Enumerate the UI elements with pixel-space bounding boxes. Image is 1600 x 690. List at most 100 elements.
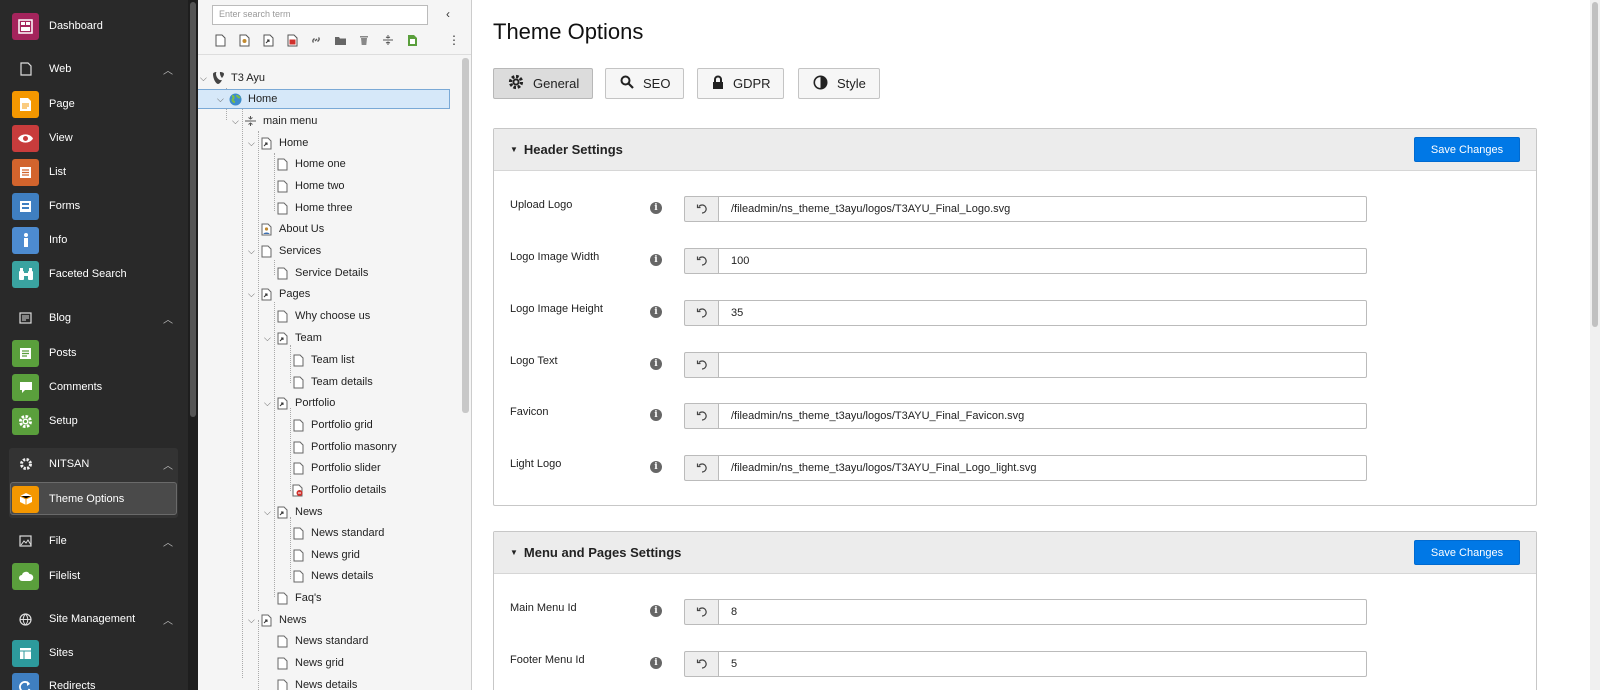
group-nitsan[interactable]: NITSAN ︿ [12, 451, 177, 477]
module-posts[interactable]: Posts [12, 338, 177, 368]
tree-node[interactable]: ⌵ News [264, 502, 323, 522]
new-backend-user-section-icon[interactable] [236, 32, 252, 48]
tree-node[interactable]: ⌵ Portfolio [264, 393, 335, 413]
module-page[interactable]: Page [12, 89, 177, 119]
info-icon[interactable]: i [650, 306, 662, 318]
save-changes-button[interactable]: Save Changes [1414, 137, 1520, 162]
chevron-down-icon[interactable]: ⌵ [248, 246, 258, 257]
tree-node[interactable]: Home three [274, 198, 352, 218]
chevron-down-icon[interactable]: ⌵ [264, 333, 274, 344]
reset-icon[interactable] [684, 248, 719, 274]
tree-node[interactable]: News standard [290, 523, 384, 543]
module-menu-scrollbar[interactable] [188, 0, 198, 690]
module-setup[interactable]: Setup [12, 406, 177, 436]
reset-icon[interactable] [684, 352, 719, 378]
chevron-down-icon[interactable]: ⌵ [264, 507, 274, 518]
logo-text-input[interactable] [718, 352, 1367, 378]
tree-root[interactable]: ⌵ T3 Ayu [200, 68, 265, 88]
footer-menu-id-input[interactable]: 5 [718, 651, 1367, 677]
tree-node[interactable]: ⌵ main menu [232, 111, 317, 131]
info-icon[interactable]: i [650, 202, 662, 214]
content-scrollbar[interactable] [1590, 0, 1600, 690]
tree-node[interactable]: News details [274, 675, 357, 690]
collapse-tree-icon[interactable]: ‹ [446, 7, 450, 21]
info-icon[interactable]: i [650, 605, 662, 617]
tree-node[interactable]: News grid [274, 653, 344, 673]
tree-node[interactable]: ⌵ Home [248, 133, 308, 153]
tree-node[interactable]: About Us [258, 219, 324, 239]
upload-logo-input[interactable]: /fileadmin/ns_theme_t3ayu/logos/T3AYU_Fi… [718, 196, 1367, 222]
module-filelist[interactable]: Filelist [12, 561, 177, 591]
reset-icon[interactable] [684, 599, 719, 625]
new-page-icon[interactable] [212, 32, 228, 48]
tree-node[interactable]: ⌵ Team [264, 328, 322, 348]
tree-node[interactable]: Portfolio masonry [290, 437, 397, 457]
tree-node[interactable]: News details [290, 566, 373, 586]
tree-node[interactable]: Home one [274, 154, 346, 174]
group-web[interactable]: Web ︿ [12, 56, 177, 82]
reset-icon[interactable] [684, 196, 719, 222]
module-sites[interactable]: Sites [12, 638, 177, 668]
panel-header[interactable]: ▼ Header Settings Save Changes [494, 129, 1536, 171]
chevron-down-icon[interactable]: ⌵ [248, 615, 258, 626]
chevron-down-icon[interactable]: ⌵ [232, 116, 242, 127]
tree-node[interactable]: Portfolio slider [290, 458, 381, 478]
tree-node[interactable]: Faq's [274, 588, 322, 608]
tab-gdpr[interactable]: GDPR [697, 68, 784, 99]
tree-node[interactable]: Service Details [274, 263, 368, 283]
tree-scrollbar[interactable] [462, 58, 469, 413]
chevron-down-icon[interactable]: ⌵ [200, 73, 210, 84]
info-icon[interactable]: i [650, 461, 662, 473]
main-menu-id-input[interactable]: 8 [718, 599, 1367, 625]
module-dashboard[interactable]: Dashboard [12, 11, 177, 41]
tree-node[interactable]: ⌵ News [248, 610, 307, 630]
tree-node[interactable]: Team list [290, 350, 354, 370]
chevron-down-icon[interactable]: ⌵ [264, 398, 274, 409]
tree-node[interactable]: ⌵ Pages [248, 284, 310, 304]
panel-header[interactable]: ▼ Menu and Pages Settings Save Changes [494, 532, 1536, 574]
reset-icon[interactable] [684, 651, 719, 677]
module-list[interactable]: List [12, 157, 177, 187]
module-menu-scroll-thumb[interactable] [190, 2, 196, 417]
tree-node[interactable]: Why choose us [274, 306, 370, 326]
chevron-down-icon[interactable]: ⌵ [217, 94, 227, 105]
more-options-icon[interactable]: ⋮ [448, 33, 460, 47]
logo-image-width-input[interactable]: 100 [718, 248, 1367, 274]
new-shortcut-icon[interactable] [260, 32, 276, 48]
module-view[interactable]: View [12, 123, 177, 153]
module-theme-options[interactable]: Theme Options [12, 484, 177, 514]
chevron-down-icon[interactable]: ⌵ [248, 289, 258, 300]
tab-general[interactable]: General [493, 68, 593, 99]
group-site-management[interactable]: Site Management ︿ [12, 606, 177, 632]
tree-node[interactable]: Portfolio details [290, 480, 386, 500]
new-green-page-icon[interactable] [404, 32, 420, 48]
folder-icon[interactable] [332, 32, 348, 48]
info-icon[interactable]: i [650, 657, 662, 669]
tab-seo[interactable]: SEO [605, 68, 684, 99]
chevron-down-icon[interactable]: ⌵ [248, 138, 258, 149]
link-icon[interactable] [308, 32, 324, 48]
tree-search-input[interactable]: Enter search term [212, 5, 428, 25]
light-logo-input[interactable]: /fileadmin/ns_theme_t3ayu/logos/T3AYU_Fi… [718, 455, 1367, 481]
info-icon[interactable]: i [650, 409, 662, 421]
save-changes-button[interactable]: Save Changes [1414, 540, 1520, 565]
module-info[interactable]: Info [12, 225, 177, 255]
info-icon[interactable]: i [650, 254, 662, 266]
tree-node-home-selected[interactable]: ⌵ Home [198, 89, 450, 109]
module-forms[interactable]: Forms [12, 191, 177, 221]
group-blog[interactable]: Blog ︿ [12, 305, 177, 331]
tree-node[interactable]: Portfolio grid [290, 415, 373, 435]
divider-icon[interactable] [380, 32, 396, 48]
tree-node[interactable]: News grid [290, 545, 360, 565]
reset-icon[interactable] [684, 403, 719, 429]
tree-node[interactable]: ⌵ Services [248, 241, 321, 261]
module-faceted-search[interactable]: Faceted Search [12, 259, 177, 289]
group-file[interactable]: File ︿ [12, 528, 177, 554]
trash-icon[interactable] [356, 32, 372, 48]
module-comments[interactable]: Comments [12, 372, 177, 402]
info-icon[interactable]: i [650, 358, 662, 370]
tree-node[interactable]: Team details [290, 372, 373, 392]
reset-icon[interactable] [684, 300, 719, 326]
favicon-input[interactable]: /fileadmin/ns_theme_t3ayu/logos/T3AYU_Fi… [718, 403, 1367, 429]
content-scroll-thumb[interactable] [1592, 2, 1598, 327]
